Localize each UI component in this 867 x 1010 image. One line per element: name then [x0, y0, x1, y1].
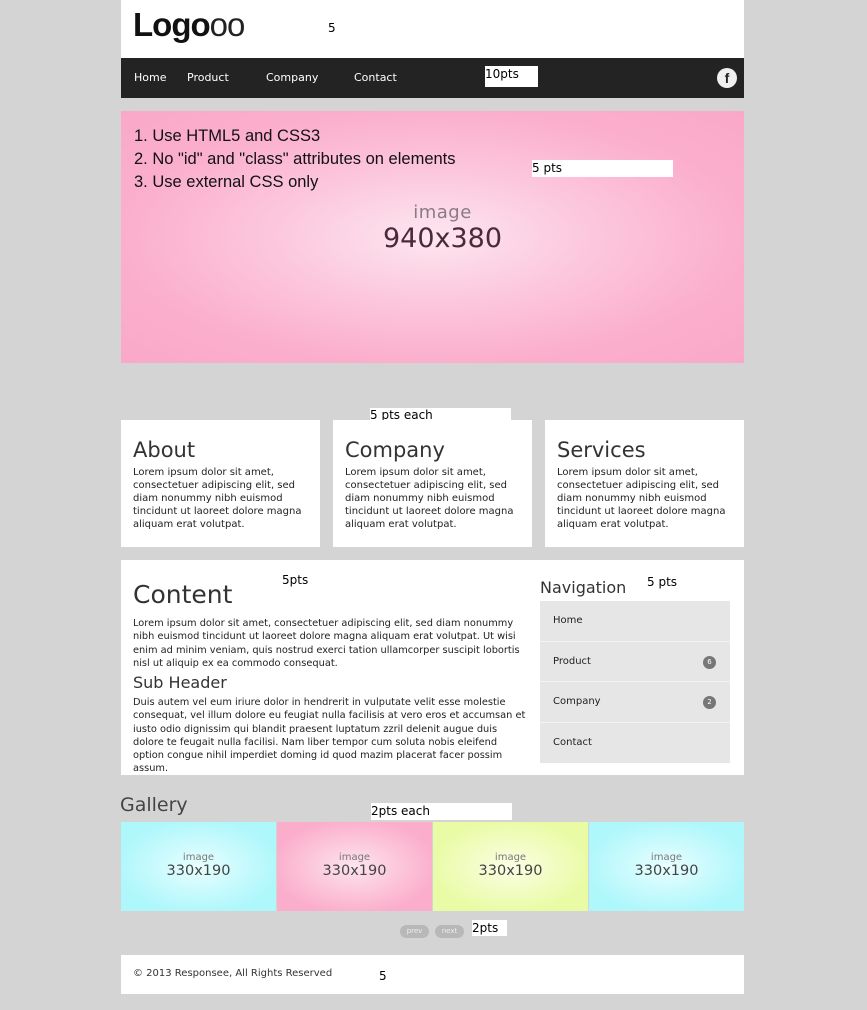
nav-company[interactable]: Company: [266, 71, 318, 84]
hero-annotation: 5 pts: [532, 160, 673, 177]
content-paragraph: Lorem ipsum dolor sit amet, consectetuer…: [133, 618, 520, 669]
box-title: Company: [345, 438, 445, 462]
gallery-image-word: image: [182, 852, 215, 863]
pager-annotation: 2pts: [472, 920, 507, 936]
sidebar-item-label: Home: [553, 615, 583, 626]
sidebar-item-label: Company: [553, 696, 601, 707]
logo-bold-text: Logo: [133, 6, 211, 43]
box-text: Lorem ipsum dolor sit amet, consectetuer…: [345, 467, 514, 530]
gallery-image[interactable]: image 330x190: [589, 822, 744, 911]
nav-annotation: 10pts: [485, 66, 538, 87]
gallery-image-size: 330x190: [166, 863, 231, 879]
content-paragraph: Duis autem vel eum iriure dolor in hendr…: [133, 697, 526, 775]
hero-image-word: image: [413, 202, 472, 223]
gallery-image[interactable]: image 330x190: [433, 822, 588, 911]
sidebar-item-label: Product: [553, 655, 591, 667]
nav-home[interactable]: Home: [134, 71, 166, 84]
header-annotation: 5: [328, 21, 336, 35]
box-about: About Lorem ipsum dolor sit amet, consec…: [121, 420, 320, 547]
footer-copyright: © 2013 Responsee, All Rights Reserved: [133, 968, 333, 979]
sidebar-item-product[interactable]: Product 6: [540, 642, 730, 682]
count-badge: 6: [703, 655, 716, 669]
box-services: Services Lorem ipsum dolor sit amet, con…: [545, 420, 744, 547]
gallery-image-word: image: [338, 852, 371, 863]
gallery-annotation: 2pts each: [371, 803, 512, 820]
box-title: About: [133, 438, 196, 462]
site-footer: © 2013 Responsee, All Rights Reserved: [121, 955, 744, 994]
content-subheader: Sub Header: [133, 673, 227, 692]
content-title: Content: [133, 580, 233, 609]
footer-annotation: 5: [379, 969, 387, 983]
content-section: Content Lorem ipsum dolor sit amet, cons…: [121, 560, 744, 775]
hero-rule: 1. Use HTML5 and CSS3: [134, 127, 321, 145]
box-text: Lorem ipsum dolor sit amet, consectetuer…: [557, 467, 726, 530]
sidebar-title: Navigation: [540, 578, 627, 597]
hero-image-size: 940x380: [382, 223, 503, 254]
sidebar-annotation: 5 pts: [647, 575, 678, 589]
sidebar-item-company[interactable]: Company 2: [540, 682, 730, 723]
hero-banner: 1. Use HTML5 and CSS3 2. No "id" and "cl…: [121, 111, 744, 363]
logo[interactable]: Logooo: [133, 6, 246, 44]
sidebar-item-label: Contact: [553, 736, 592, 748]
box-text: Lorem ipsum dolor sit amet, consectetuer…: [133, 467, 302, 530]
site-header: Logooo: [121, 0, 744, 58]
nav-product[interactable]: Product: [187, 71, 229, 84]
content-annotation: 5pts: [282, 573, 309, 587]
sidebar-item-home[interactable]: Home: [540, 601, 730, 642]
gallery-image-word: image: [650, 852, 683, 863]
gallery-image[interactable]: image 330x190: [121, 822, 276, 911]
count-badge: 2: [703, 696, 716, 709]
gallery-image-size: 330x190: [634, 863, 699, 879]
logo-light-text: oo: [209, 6, 246, 43]
top-nav: Home Product Company Contact f: [121, 58, 744, 98]
hero-rule: 3. Use external CSS only: [134, 173, 319, 191]
sidebar-nav: Home Product 6 Company 2 Contact: [540, 601, 730, 763]
gallery-title: Gallery: [120, 794, 188, 816]
sidebar-item-contact[interactable]: Contact: [540, 723, 730, 764]
facebook-icon[interactable]: f: [717, 68, 737, 88]
prev-button[interactable]: prev: [400, 925, 429, 938]
gallery-image[interactable]: image 330x190: [277, 822, 432, 911]
box-company: Company Lorem ipsum dolor sit amet, cons…: [333, 420, 532, 547]
box-title: Services: [557, 438, 646, 462]
next-button[interactable]: next: [435, 925, 464, 938]
hero-rule: 2. No "id" and "class" attributes on ele…: [134, 150, 456, 168]
gallery-image-word: image: [494, 852, 527, 863]
gallery-image-size: 330x190: [322, 863, 387, 879]
gallery-image-size: 330x190: [478, 863, 543, 879]
nav-contact[interactable]: Contact: [354, 71, 397, 84]
hero-rules: 1. Use HTML5 and CSS3 2. No "id" and "cl…: [134, 125, 456, 194]
